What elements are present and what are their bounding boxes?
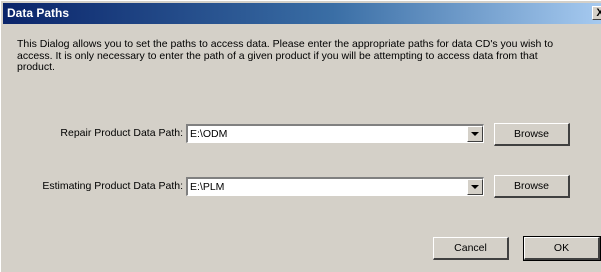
- intro-text: This Dialog allows you to set the paths …: [17, 38, 554, 73]
- estimating-browse-button[interactable]: Browse: [494, 175, 570, 198]
- repair-path-label: Repair Product Data Path:: [60, 127, 183, 139]
- estimating-path-label: Estimating Product Data Path:: [42, 180, 183, 192]
- title-bar[interactable]: Data Paths X: [3, 3, 601, 24]
- repair-path-combo[interactable]: E:\ODM: [186, 124, 484, 143]
- close-button[interactable]: X: [592, 6, 601, 20]
- estimating-path-combo[interactable]: E:\PLM: [186, 177, 484, 196]
- data-paths-dialog: Data Paths X This Dialog allows you to s…: [0, 0, 601, 272]
- cancel-button[interactable]: Cancel: [433, 237, 509, 260]
- close-icon: X: [596, 7, 601, 19]
- repair-browse-button[interactable]: Browse: [494, 123, 570, 146]
- estimating-path-value[interactable]: E:\PLM: [190, 179, 224, 195]
- repair-browse-label: Browse: [513, 128, 549, 140]
- ok-label: OK: [553, 242, 570, 254]
- repair-dropdown-arrow-icon[interactable]: [467, 126, 483, 142]
- cancel-label: Cancel: [454, 242, 487, 254]
- estimating-browse-label: Browse: [513, 180, 549, 192]
- estimating-dropdown-arrow-icon[interactable]: [467, 179, 483, 195]
- repair-path-value[interactable]: E:\ODM: [190, 126, 227, 142]
- dialog-title: Data Paths: [7, 6, 70, 20]
- ok-button[interactable]: OK: [523, 236, 601, 261]
